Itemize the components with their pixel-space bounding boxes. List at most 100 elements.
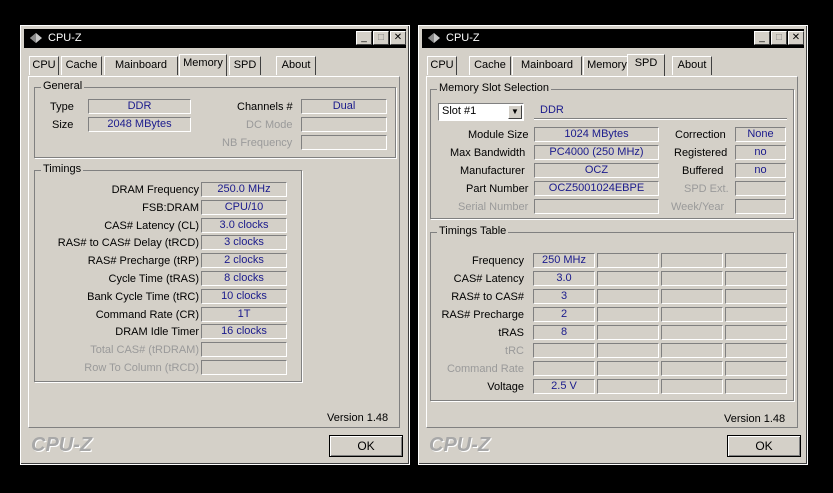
version-text: Version 1.48 (724, 413, 786, 425)
maximize-button[interactable]: □ (373, 31, 389, 45)
timing-table-cell-empty (597, 289, 659, 304)
timing-table-cell-empty (597, 307, 659, 322)
timings-group: Timings DRAM Frequency 250.0 MHz FSB:DRAM C… (34, 163, 302, 382)
timing-table-cell-empty (725, 379, 787, 394)
tab-mainboard[interactable]: Mainboard (512, 56, 582, 75)
cpuz-window-spd: CPU-Z _ □ ✕ CPU Cache Mainboard Memory S… (418, 25, 808, 465)
title-bar[interactable]: CPU-Z _ □ ✕ (422, 29, 804, 48)
tab-memory[interactable]: Memory (179, 54, 227, 76)
spd-type-value: DDR (534, 104, 787, 119)
timing-table-cell-empty (661, 307, 723, 322)
tab-memory[interactable]: Memory (583, 56, 631, 75)
size-value: 2048 MBytes (88, 117, 191, 132)
close-button[interactable]: ✕ (390, 31, 406, 45)
timing-table-label: Frequency (472, 255, 524, 267)
tab-cpu[interactable]: CPU (427, 56, 457, 75)
tab-cpu[interactable]: CPU (29, 56, 59, 75)
slot-select-value: Slot #1 (442, 105, 477, 117)
timing-table-cell-empty (725, 307, 787, 322)
serial-number-value (534, 199, 659, 214)
maximize-button[interactable]: □ (771, 31, 787, 45)
timing-value: 2 clocks (201, 253, 287, 269)
minimize-button[interactable]: _ (356, 31, 372, 45)
timings-table-title: Timings Table (437, 225, 509, 237)
manufacturer-label: Manufacturer (460, 165, 525, 177)
minimize-button[interactable]: _ (754, 31, 770, 45)
timing-label: RAS# to CAS# Delay (tRCD) (57, 237, 199, 250)
close-button[interactable]: ✕ (788, 31, 804, 45)
tab-cache[interactable]: Cache (61, 56, 102, 75)
size-label: Size (52, 119, 74, 131)
tab-cache[interactable]: Cache (469, 56, 511, 75)
timing-table-value: 250 MHz (533, 253, 595, 268)
week-year-value (735, 199, 786, 214)
timing-label: Bank Cycle Time (tRC) (87, 290, 199, 303)
tab-about[interactable]: About (672, 56, 712, 75)
cpuz-logo: CPU-Z (429, 434, 491, 456)
title-bar[interactable]: CPU-Z _ □ ✕ (24, 29, 406, 48)
dc-mode-label: DC Mode (246, 119, 293, 131)
timing-table-cell-empty (661, 379, 723, 394)
timing-table-value: 2 (533, 307, 595, 322)
timing-value: 16 clocks (201, 324, 287, 340)
timing-label: Command Rate (CR) (95, 308, 199, 321)
timing-value: CPU/10 (201, 199, 287, 215)
tab-about[interactable]: About (276, 56, 316, 75)
max-bandwidth-label: Max Bandwidth (450, 147, 526, 159)
window-title: CPU-Z (48, 32, 82, 44)
slot-select[interactable]: Slot #1 ▼ (438, 103, 524, 121)
spd-panel: Memory Slot Selection Slot #1 ▼ DDR Modu… (426, 76, 798, 428)
tab-spd[interactable]: SPD (229, 56, 261, 75)
chevron-down-icon[interactable]: ▼ (508, 105, 522, 119)
timing-value: 250.0 MHz (201, 182, 287, 197)
timing-table-value: 3.0 (533, 271, 595, 286)
cpuz-logo: CPU-Z (31, 434, 93, 456)
timing-table-cell-empty (661, 343, 723, 358)
memory-slot-selection-title: Memory Slot Selection (437, 82, 552, 94)
timing-label: Total CAS# (tRDRAM) (90, 344, 199, 357)
timing-label: FSB:DRAM (142, 201, 199, 214)
dc-mode-value (301, 117, 387, 132)
timing-table-cell-empty (725, 253, 787, 268)
ok-button[interactable]: OK (727, 435, 801, 457)
timing-table-label: Command Rate (446, 363, 524, 375)
registered-label: Registered (674, 147, 728, 159)
tab-mainboard[interactable]: Mainboard (104, 56, 178, 75)
version-text: Version 1.48 (327, 412, 389, 424)
ok-button[interactable]: OK (329, 435, 403, 457)
module-size-label: Module Size (468, 129, 529, 141)
channels-label: Channels # (237, 101, 293, 113)
timing-table-cell-empty (597, 271, 659, 286)
timing-value: 8 clocks (201, 271, 287, 286)
timing-table-cell-empty (597, 325, 659, 340)
general-group-title: General (41, 80, 85, 92)
timing-table-cell-empty (661, 325, 723, 340)
serial-number-label: Serial Number (458, 201, 529, 213)
manufacturer-value: OCZ (534, 163, 659, 178)
tab-spd[interactable]: SPD (627, 54, 665, 76)
buffered-label: Buffered (682, 165, 724, 177)
timing-value (201, 342, 287, 358)
spd-ext-label: SPD Ext. (684, 183, 729, 195)
timing-table-label: Voltage (487, 381, 524, 393)
timing-table-cell-empty (661, 253, 723, 268)
module-size-value: 1024 MBytes (534, 127, 659, 142)
buffered-value: no (735, 163, 786, 178)
timing-table-label: CAS# Latency (453, 273, 524, 285)
timing-table-cell-empty (597, 343, 659, 358)
correction-label: Correction (675, 129, 726, 141)
timing-table-cell-empty (725, 325, 787, 340)
correction-value: None (735, 127, 786, 142)
timing-table-cell-empty (597, 253, 659, 268)
timing-label: Row To Column (tRCD) (84, 362, 199, 374)
timing-table-label: tRC (505, 345, 524, 357)
memory-panel: General Type DDR Size 2048 MBytes Channe… (28, 76, 400, 428)
timing-value: 3 clocks (201, 235, 287, 251)
type-label: Type (50, 101, 74, 113)
timing-value: 1T (201, 306, 287, 322)
spd-ext-value (735, 181, 786, 196)
timing-table-value: 2.5 V (533, 379, 595, 394)
timing-table-cell-empty (725, 361, 787, 376)
nb-frequency-label: NB Frequency (222, 137, 293, 149)
timing-label: CAS# Latency (CL) (104, 219, 199, 232)
